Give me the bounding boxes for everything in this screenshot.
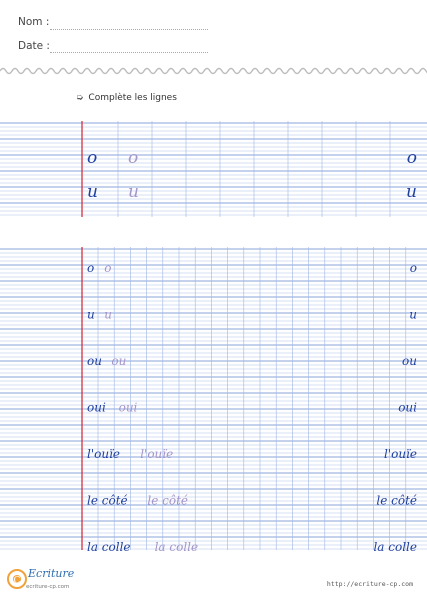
- wavy-separator: [0, 67, 427, 75]
- end-model-text: l'ouïe: [384, 447, 417, 461]
- logo-subtitle: ecriture-cp.com: [26, 584, 70, 590]
- end-model-text: u: [406, 182, 417, 202]
- end-model-text: la colle: [373, 540, 417, 552]
- trace-text: u: [128, 182, 139, 202]
- model-text: u: [87, 182, 98, 202]
- trace-text: u: [104, 308, 112, 322]
- logo-icon: C: [7, 569, 27, 589]
- wave-line: [0, 67, 427, 75]
- model-text: la colle: [87, 540, 131, 552]
- logo-letter: C: [14, 576, 21, 586]
- trace-text: le côté: [147, 494, 188, 508]
- trace-text: la colle: [155, 540, 199, 552]
- name-label: Nom :: [18, 16, 50, 28]
- end-model-text: oui: [398, 401, 417, 415]
- ruled-block-1: o o ou u u: [0, 121, 427, 217]
- instruction-text: Complète les lignes: [88, 93, 177, 103]
- end-model-text: o: [407, 148, 417, 168]
- model-text: o: [87, 148, 97, 168]
- model-text: o: [87, 261, 94, 275]
- trace-text: l'ouïe: [140, 447, 173, 461]
- model-text: l'ouïe: [87, 447, 120, 461]
- model-text: u: [87, 308, 95, 322]
- logo-text: Ecriture: [28, 567, 75, 580]
- trace-text: o: [128, 148, 138, 168]
- trace-text: ou: [111, 354, 126, 368]
- end-model-text: u: [409, 308, 417, 322]
- end-model-text: o: [410, 261, 417, 275]
- model-text: le côté: [87, 494, 128, 508]
- trace-text: oui: [119, 401, 138, 415]
- arrow-icon: ➭: [76, 93, 84, 103]
- date-field[interactable]: [50, 52, 208, 53]
- model-text: ou: [87, 354, 102, 368]
- date-label: Date :: [18, 40, 50, 52]
- website-url: http://ecriture-cp.com: [326, 580, 413, 588]
- model-text: oui: [87, 401, 106, 415]
- instruction: ➭ Complète les lignes: [76, 93, 177, 103]
- trace-text: o: [104, 261, 111, 275]
- name-field[interactable]: [50, 29, 208, 30]
- end-model-text: le côté: [376, 494, 417, 508]
- end-model-text: ou: [402, 354, 417, 368]
- ruled-block-2: o o ou u uou ou ououi oui ouil'ouïe l'ouïe l'ouïel…: [0, 247, 427, 552]
